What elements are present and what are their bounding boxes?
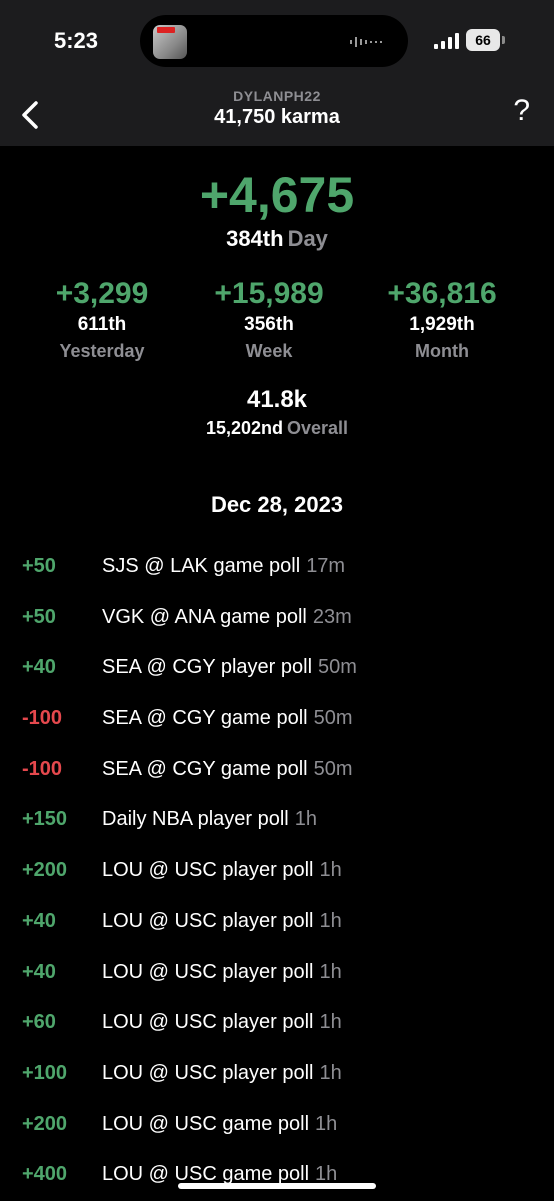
dynamic-island[interactable] bbox=[140, 15, 408, 67]
activity-title-text: VGK @ ANA game poll bbox=[102, 605, 307, 628]
activity-time: 1h bbox=[319, 909, 342, 932]
activity-title-text: LOU @ USC player poll bbox=[102, 859, 314, 882]
activity-title: SEA @ CGY game poll 50m bbox=[102, 758, 353, 781]
activity-row[interactable]: +40 SEA @ CGY player poll 50m bbox=[0, 643, 554, 694]
activity-karma-delta: +200 bbox=[22, 1112, 68, 1135]
battery-nub bbox=[502, 36, 505, 44]
stat-month: +36,816 1,929th Month bbox=[342, 276, 542, 364]
activity-karma-delta: +400 bbox=[22, 1163, 68, 1186]
activity-title: LOU @ USC player poll 1h bbox=[102, 910, 342, 933]
activity-title-text: SEA @ CGY game poll bbox=[102, 757, 308, 780]
activity-karma-delta: -100 bbox=[22, 707, 63, 730]
activity-row[interactable]: +400 LOU @ USC game poll 1h bbox=[0, 1150, 554, 1201]
activity-title-text: LOU @ USC game poll bbox=[102, 1163, 310, 1186]
activity-title: SEA @ CGY game poll 50m bbox=[102, 707, 353, 730]
overall-rank-line: 15,202nd Overall bbox=[0, 418, 554, 439]
activity-karma-delta: -100 bbox=[22, 757, 63, 780]
activity-title-text: LOU @ USC game poll bbox=[102, 1112, 310, 1135]
activity-title: Daily NBA player poll 1h bbox=[102, 808, 317, 831]
stat-rank: 1,929th bbox=[409, 314, 475, 335]
username: DYLANPH22 bbox=[233, 88, 321, 104]
activity-karma-delta: +50 bbox=[22, 555, 56, 577]
activity-title: LOU @ USC player poll 1h bbox=[102, 961, 342, 984]
activity-title: LOU @ USC game poll 1h bbox=[102, 1113, 337, 1136]
activity-time: 50m bbox=[313, 707, 353, 730]
activity-row[interactable]: +40 LOU @ USC player poll 1h bbox=[0, 948, 554, 999]
stat-label: Month bbox=[415, 341, 469, 361]
date-header: Dec 28, 2023 bbox=[210, 492, 344, 517]
karma-total: 41,750 karma bbox=[214, 106, 340, 128]
activity-karma-delta: +60 bbox=[22, 1011, 56, 1034]
activity-time: 1h bbox=[319, 960, 342, 983]
stat-week: +15,989 356th Week bbox=[169, 276, 369, 364]
overall-label: Overall bbox=[287, 418, 349, 438]
activity-karma-delta: +40 bbox=[22, 909, 56, 932]
status-bar: 5:23 66 bbox=[0, 0, 554, 84]
activity-time: 50m bbox=[313, 757, 353, 780]
activity-time: 1h bbox=[315, 1112, 338, 1135]
stat-rank: 356th bbox=[244, 314, 294, 335]
activity-title: SEA @ CGY player poll 50m bbox=[102, 656, 357, 679]
activity-row[interactable]: +40 LOU @ USC player poll 1h bbox=[0, 897, 554, 948]
activity-title: LOU @ USC player poll 1h bbox=[102, 1011, 342, 1034]
overall-rank: 15,202nd bbox=[205, 418, 283, 438]
activity-karma-delta: +150 bbox=[22, 808, 68, 831]
home-indicator[interactable] bbox=[178, 1183, 376, 1189]
activity-row[interactable]: +200 LOU @ USC player poll 1h bbox=[0, 846, 554, 897]
battery-icon: 66 bbox=[466, 29, 500, 51]
now-playing-thumbnail[interactable] bbox=[153, 25, 187, 59]
activity-karma-delta: +50 bbox=[22, 605, 56, 628]
activity-title-text: LOU @ USC player poll bbox=[102, 1011, 314, 1034]
activity-row[interactable]: +150 Daily NBA player poll 1h bbox=[0, 795, 554, 846]
cellular-signal-icon bbox=[434, 33, 459, 49]
day-karma-delta: +4,675 bbox=[199, 167, 355, 223]
activity-karma-delta: +40 bbox=[22, 960, 56, 983]
activity-title: VGK @ ANA game poll 23m bbox=[102, 606, 352, 629]
activity-row[interactable]: +50 VGK @ ANA game poll 23m bbox=[0, 593, 554, 644]
activity-time: 1h bbox=[319, 1011, 342, 1034]
status-time: 5:23 bbox=[54, 28, 99, 53]
activity-title: LOU @ USC player poll 1h bbox=[102, 1062, 342, 1085]
activity-title-text: LOU @ USC player poll bbox=[102, 909, 314, 932]
audio-waveform-icon bbox=[350, 37, 382, 47]
activity-title: LOU @ USC player poll 1h bbox=[102, 859, 342, 882]
activity-list: +50 SJS @ LAK game poll 17m +50 VGK @ ANA ga… bbox=[0, 542, 554, 1201]
overall-karma: 41.8k bbox=[246, 386, 308, 413]
day-label: Day bbox=[287, 226, 328, 251]
activity-time: 1h bbox=[315, 1163, 338, 1186]
activity-row[interactable]: -100 SEA @ CGY game poll 50m bbox=[0, 745, 554, 796]
activity-row[interactable]: +100 LOU @ USC player poll 1h bbox=[0, 1049, 554, 1100]
activity-row[interactable]: +60 LOU @ USC player poll 1h bbox=[0, 998, 554, 1049]
activity-time: 1h bbox=[319, 1061, 342, 1084]
activity-row[interactable]: -100 SEA @ CGY game poll 50m bbox=[0, 694, 554, 745]
activity-title-text: LOU @ USC player poll bbox=[102, 960, 314, 983]
activity-title-text: Daily NBA player poll bbox=[102, 808, 289, 831]
activity-row[interactable]: +200 LOU @ USC game poll 1h bbox=[0, 1100, 554, 1151]
day-rank: 384th bbox=[226, 226, 284, 251]
stat-delta: +15,989 bbox=[214, 277, 324, 310]
activity-title-text: SEA @ CGY game poll bbox=[102, 707, 308, 730]
activity-karma-delta: +100 bbox=[22, 1061, 68, 1084]
activity-karma-delta: +40 bbox=[22, 656, 56, 679]
help-icon[interactable]: ? bbox=[513, 94, 530, 128]
day-rank-line: 384th Day bbox=[0, 226, 554, 252]
activity-title-text: SJS @ LAK game poll bbox=[102, 555, 301, 577]
stat-delta: +36,816 bbox=[387, 277, 497, 310]
activity-karma-delta: +200 bbox=[22, 859, 68, 882]
activity-title-text: SEA @ CGY player poll bbox=[102, 656, 313, 679]
activity-time: 1h bbox=[294, 808, 317, 831]
activity-title-text: LOU @ USC player poll bbox=[102, 1061, 314, 1084]
nav-header: DYLANPH22 41,750 karma ? bbox=[0, 84, 554, 146]
stat-label: Week bbox=[245, 341, 293, 361]
activity-row[interactable]: +50 SJS @ LAK game poll 17m bbox=[0, 542, 554, 593]
activity-time: 1h bbox=[319, 859, 342, 882]
activity-time: 17m bbox=[306, 555, 346, 577]
activity-time: 50m bbox=[318, 656, 357, 679]
activity-time: 23m bbox=[312, 605, 352, 628]
activity-title: SJS @ LAK game poll 17m bbox=[102, 555, 345, 578]
